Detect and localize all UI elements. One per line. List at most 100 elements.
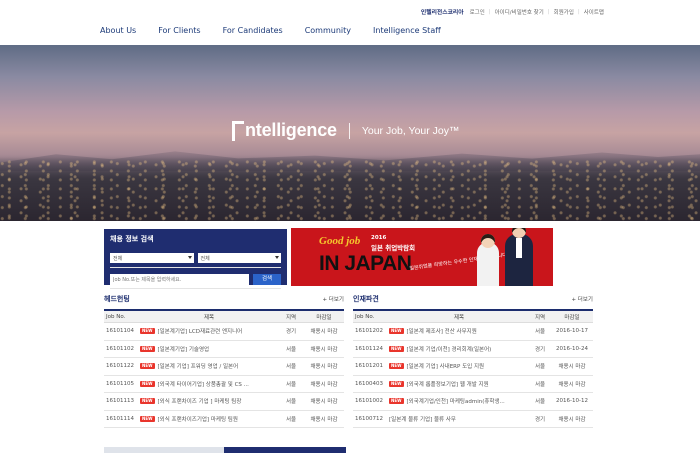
table-row[interactable]: 16101113 NEW [외식 프랜차이즈 기업 ] 마케팅 팀장 서울 채용시… [104,393,344,411]
table-row[interactable]: 16101124 NEW [일본계 기업/이천] 경리회계(일본어) 경기 201… [353,341,593,358]
job-deadline: 채용시 마감 [558,381,586,388]
job-title: [일본계 기업/이천] 경리회계(일본어) [406,346,492,353]
table-row[interactable]: 16100403 NEW [외국계 롭플정보기업] 웹 개발 지원 서울 채용시 … [353,376,593,393]
banner-headline: IN JAPAN [319,252,412,275]
new-badge: NEW [140,415,155,422]
job-search-button[interactable]: 검색 [253,274,281,286]
job-no: 16101201 [355,363,383,370]
job-location: 서울 [534,399,546,406]
util-separator: | [488,8,491,15]
sitemap-link[interactable]: 사이트맵 [584,8,604,16]
new-badge: NEW [389,398,404,405]
col-deadline: 마감일 [316,314,332,321]
nav-intelligence-staff[interactable]: Intelligence Staff [373,26,441,35]
table-row[interactable]: 16100712 [일본계 물류 기업] 물류 사무 경기 채용시 마감 [353,411,593,428]
chevron-down-icon [275,256,279,260]
job-deadline: 채용시 마감 [310,381,338,388]
chevron-down-icon [187,256,192,260]
job-no: 16101113 [106,398,134,405]
nav-for-candidates[interactable]: For Candidates [223,26,283,35]
util-separator: | [547,8,550,15]
col-title: 제목 [203,314,215,321]
job-deadline: 채용시 마감 [310,364,338,371]
headhunting-panel: 헤드헌팅 + 더보기 Job No. 제목 지역 마감일 16101104 NE… [104,294,344,428]
banner-year: 2016 [371,235,387,241]
job-title: [외국계 타이어기업] 상품총괄 및 CS ... [157,381,249,388]
table-row[interactable]: 16101114 NEW [외식 프랜차이즈기업] 마케팅 팀원 서울 채용시 마… [104,411,344,428]
hero-slogan: Your Job, Your Joy™ [361,124,460,137]
job-search-input[interactable] [110,274,249,286]
util-separator: | [577,8,580,15]
banner-person-woman [477,234,499,286]
hero-divider [348,122,350,139]
job-no: 16101002 [355,398,383,405]
region-select[interactable]: 전체 [110,253,194,264]
job-no: 16101104 [106,328,134,335]
job-no: 16101124 [355,345,383,352]
job-location: 경기 [534,416,546,423]
job-deadline: 채용시 마감 [558,364,586,371]
job-location: 서울 [534,381,546,388]
job-deadline: 2016-10-12 [556,398,588,405]
job-location: 서울 [285,416,297,423]
job-no: 16100712 [355,415,383,422]
table-row[interactable]: 16101202 NEW [일본계 제조사] 전산 사무지원 서울 2016-10… [353,323,593,341]
job-location: 서울 [534,364,546,371]
col-location: 지역 [534,314,546,321]
new-badge: NEW [140,380,155,387]
nav-community[interactable]: Community [305,26,351,35]
job-deadline: 2016-10-17 [556,328,588,335]
hero-logo: ntelligence Your Job, Your Joy™ [232,120,460,141]
dispatch-title: 인재파견 [353,295,379,303]
new-badge: NEW [389,345,404,352]
table-header: Job No. 제목 지역 마감일 [353,309,593,323]
job-title: [외식 프랜차이즈기업] 마케팅 팀원 [157,416,238,423]
utility-bar: 인텔리전스코리아 로그인 | 아이디/비밀번호 찾기 | 회원가입 | 사이트맵 [421,7,604,17]
find-account-link[interactable]: 아이디/비밀번호 찾기 [495,8,544,16]
headhunting-more-link[interactable]: + 더보기 [322,295,344,303]
dispatch-more-link[interactable]: + 더보기 [571,295,593,303]
banner-people-image [469,228,545,286]
job-deadline: 채용시 마감 [310,346,338,353]
col-deadline: 마감일 [564,314,580,321]
table-row[interactable]: 16101105 NEW [외국계 타이어기업] 상품총괄 및 CS ... 서울… [104,376,344,393]
category-select[interactable]: 전체 [197,253,281,264]
job-no: 16100403 [355,380,383,387]
table-row[interactable]: 16101102 NEW [일본계기업] 기술영업 서울 채용시 마감 [104,341,344,358]
new-badge: NEW [140,398,155,405]
table-row[interactable]: 16101122 NEW [일본계 기업] 프워딩 영업 / 일본어 서울 채용시… [104,358,344,376]
signup-link[interactable]: 회원가입 [554,8,574,16]
region-select-value: 전체 [113,256,123,263]
new-badge: NEW [140,345,155,352]
job-location: 서울 [285,346,297,353]
col-job-no: Job No. [106,313,126,320]
job-location: 서울 [534,329,546,336]
job-no: 16101122 [106,363,134,370]
job-title: [일본계 기업] 사내ERP 도입 지원 [406,364,485,371]
new-badge: NEW [389,328,404,335]
hero-logo-word: ntelligence [245,120,337,140]
dispatch-panel: 인재파견 + 더보기 Job No. 제목 지역 마감일 16101202 NE… [353,294,593,428]
job-no: 16101202 [355,328,383,335]
new-badge: NEW [389,363,404,370]
job-location: 경기 [534,346,546,353]
site-brand-link[interactable]: 인텔리전스코리아 [421,7,464,16]
job-deadline: 2016-10-24 [556,345,588,352]
table-row[interactable]: 16101002 NEW [외국계기업/인천] 마케팅admin(휴학생... 서… [353,393,593,411]
table-row[interactable]: 16101104 NEW [일본계기업] LCD재료관련 엔지니어 경기 채용시 … [104,323,344,341]
new-badge: NEW [140,328,155,335]
bottom-banner-right[interactable] [224,447,346,453]
job-deadline: 채용시 마감 [310,329,338,336]
job-location: 서울 [285,364,297,371]
bottom-banner-left[interactable] [104,447,224,453]
nav-for-clients[interactable]: For Clients [158,26,200,35]
job-no: 16101102 [106,345,134,352]
japan-job-fair-banner[interactable]: Good job 2016 일본 취업박람회 IN JAPAN 일본취업을 희망… [291,228,553,286]
table-row[interactable]: 16101201 NEW [일본계 기업] 사내ERP 도입 지원 서울 채용시 … [353,358,593,376]
new-badge: NEW [389,380,404,387]
nav-about-us[interactable]: About Us [100,26,136,35]
login-link[interactable]: 로그인 [470,8,485,16]
job-no: 16101114 [106,415,134,422]
banner-person-man [505,228,533,286]
new-badge: NEW [140,363,155,370]
